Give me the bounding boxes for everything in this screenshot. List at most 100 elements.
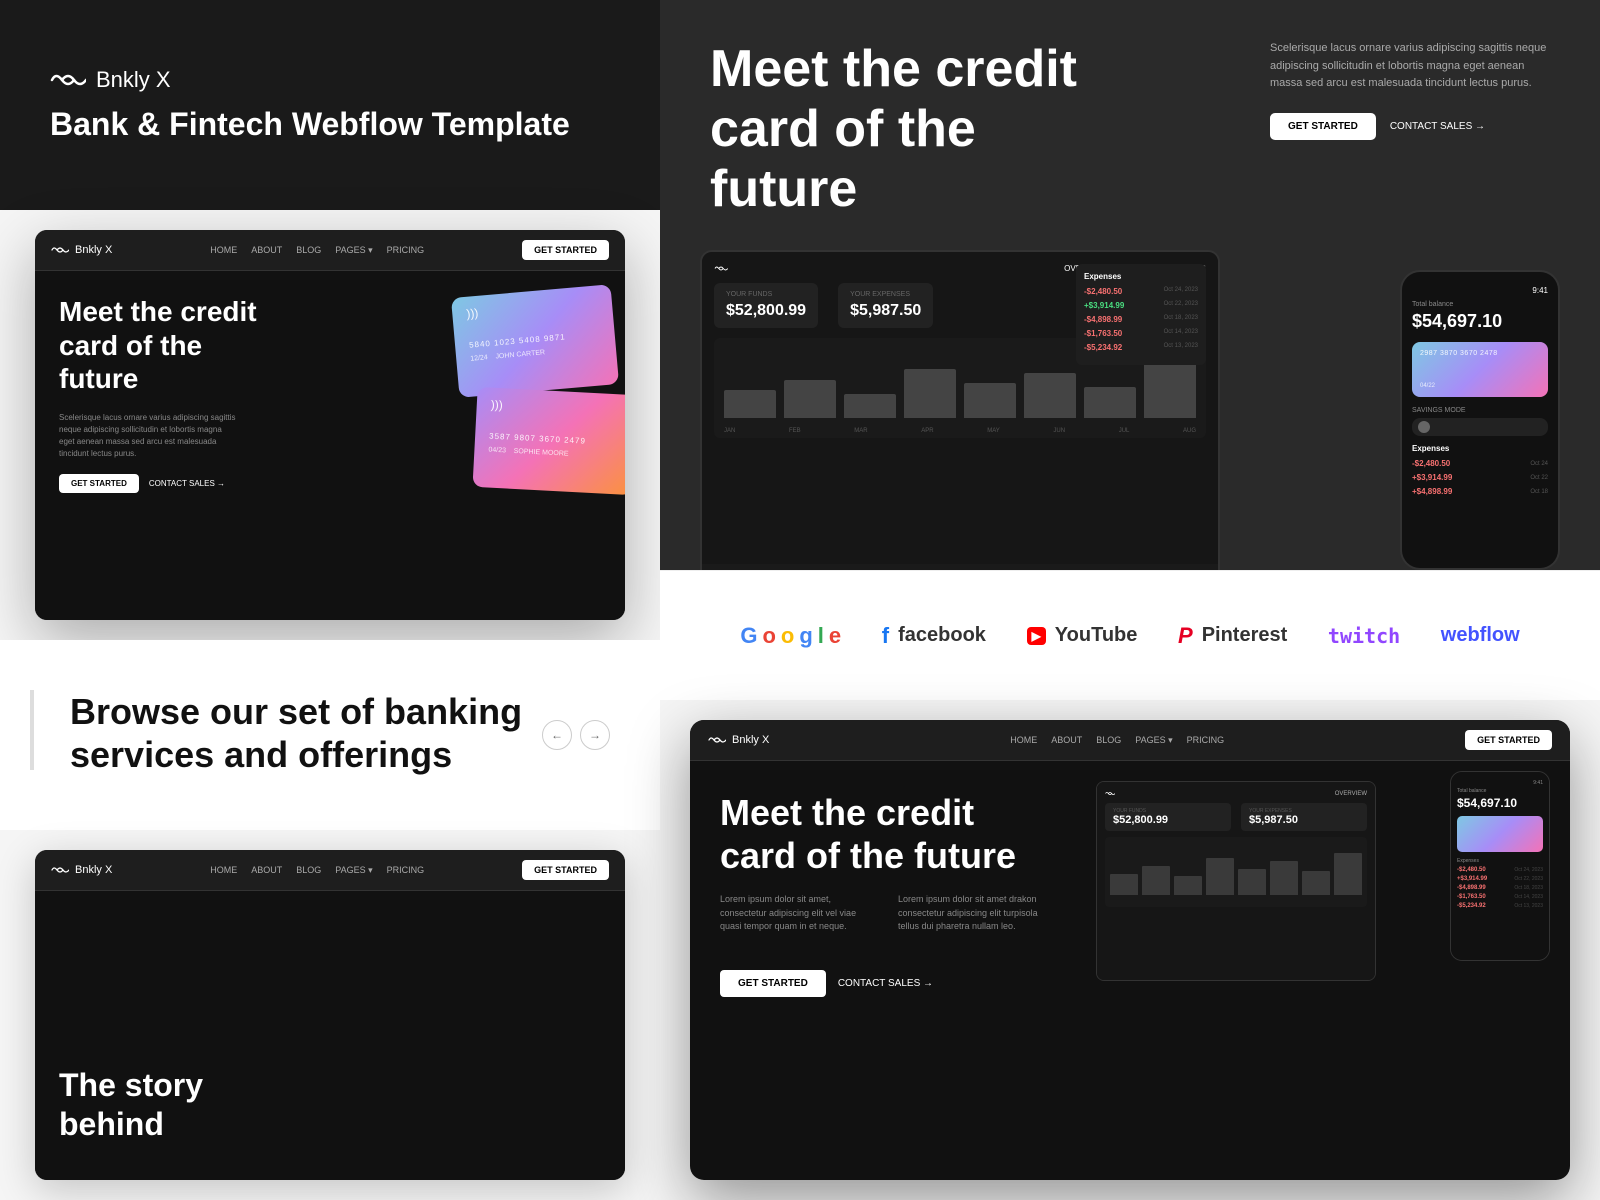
browser-nav-cta-2[interactable]: GET STARTED [522,860,609,880]
mini-exp-item-4: -$1,763.50 Oct 14, 2023 [1457,894,1543,900]
carousel-arrows: ← → [542,720,610,750]
bottom-right-panel: Bnkly X HOME ABOUT BLOG PAGES ▾ PRICING … [660,700,1600,1200]
bar-feb [784,380,836,419]
chart-labels: JAN FEB MAR APR MAY JUN JUL AUG [724,428,1196,434]
prev-arrow[interactable]: ← [542,720,572,750]
phone-expense-2: +$3,914.99 Oct 22 [1412,473,1548,482]
expense-item-5: -$5,234.92 Oct 13, 2023 [1084,343,1198,352]
bottom-browser-content: Meet the credit card of the future Lorem… [690,761,1570,1180]
expense-item-2: +$3,914.99 Oct 22, 2023 [1084,301,1198,310]
card-number-2: 3587 9807 3670 2479 [489,432,621,448]
bottom-desc-1: Lorem ipsum dolor sit amet, consectetur … [720,893,878,934]
cta-contact-sales[interactable]: CONTACT SALES → [1390,121,1485,132]
bottom-desc-2: Lorem ipsum dolor sit amet drakon consec… [898,893,1056,934]
funds-label: YOUR FUNDS [726,291,806,298]
phone-card-visual: 2987 3870 3670 2478 04/22 [1412,342,1548,397]
mini-exp-date-4: Oct 14, 2023 [1514,894,1543,900]
mini-exp-3: -$4,898.99 [1457,885,1486,891]
credit-card-1: ))) 5840 1023 5408 9871 12/24 JOHN CARTE… [451,284,619,398]
next-arrow[interactable]: → [580,720,610,750]
services-heading: Browse our set of banking services and o… [50,690,610,776]
hero-subtitle-1: Scelerisque lacus ornare varius adipisci… [59,412,239,460]
phone-time: 9:41 [1412,286,1548,295]
top-right-content: Meet the credit card of the future Scele… [660,0,1600,570]
bottom-cta-secondary[interactable]: CONTACT SALES → [838,978,933,989]
nav2-pricing: PRICING [387,865,425,876]
phone-exp-3: +$4,898.99 [1412,487,1452,496]
bottom-cta-primary[interactable]: GET STARTED [720,970,826,997]
card-date-1: 12/24 [470,354,488,363]
browser-logo-1: Bnkly X [51,244,112,256]
browser-logo-2: Bnkly X [51,864,112,876]
webflow-logo: webflow [1441,624,1520,647]
mini-overview-tab: OVERVIEW [1335,791,1367,797]
nav-logo-text: Bnkly X [75,244,112,256]
cta-get-started[interactable]: GET STARTED [1270,113,1376,140]
mini-exp-value: $5,987.50 [1249,814,1359,826]
mini-exp-date-2: Oct 22, 2023 [1514,876,1543,882]
services-text-area: Browse our set of banking services and o… [50,690,610,776]
bottom-hero-buttons: GET STARTED CONTACT SALES → [720,970,1056,997]
expense-item-4: -$1,763.50 Oct 14, 2023 [1084,329,1198,338]
label-feb: FEB [789,428,801,434]
savings-mode-label: SAVINGS MODE [1412,407,1548,414]
phone-frame: 9:41 Total balance $54,697.10 2987 3870 … [1400,270,1560,570]
bar-apr [904,369,956,418]
bnav-home: HOME [1010,735,1037,746]
label-jul: JUL [1119,428,1130,434]
phone-card-number: 2987 3870 3670 2478 [1420,350,1540,357]
expenses-value: $5,987.50 [850,302,921,320]
mini-stat-row: YOUR FUNDS $52,800.99 YOUR EXPENSES $5,9… [1105,803,1367,831]
mini-bar-7 [1302,871,1330,895]
exp-amount-5: -$5,234.92 [1084,343,1122,352]
story-headline: The story behind [59,1066,259,1143]
pinterest-text: Pinterest [1202,624,1288,647]
mini-exp-date-3: Oct 18, 2023 [1514,885,1543,891]
toggle-circle [1418,421,1430,433]
facebook-logo: f facebook [882,623,986,649]
bottom-browser-window: Bnkly X HOME ABOUT BLOG PAGES ▾ PRICING … [690,720,1570,1180]
chart-and-sidebar: JAN FEB MAR APR MAY JUN JUL AUG [714,338,1206,438]
phone-balance-label: Total balance [1412,301,1548,308]
pinterest-logo: P Pinterest [1178,623,1287,649]
mini-bar-8 [1334,853,1362,895]
funds-value: $52,800.99 [726,302,806,320]
mini-exp-1: -$2,480.50 [1457,867,1486,873]
credit-cards-container: ))) 5840 1023 5408 9871 12/24 JOHN CARTE… [415,291,625,571]
exp-date-1: Oct 24, 2023 [1164,287,1198,296]
bottom-nav-links: HOME ABOUT BLOG PAGES ▾ PRICING [1010,735,1224,746]
nav2-blog: BLOG [296,865,321,876]
bottom-browser-cta[interactable]: GET STARTED [1465,730,1552,750]
nav2-about: ABOUT [251,865,282,876]
phone-expenses-title: Expenses [1412,444,1548,453]
mini-exp-item-5: -$5,234.92 Oct 13, 2023 [1457,903,1543,909]
mini-exp-date-1: Oct 24, 2023 [1514,867,1543,873]
mini-exp-item-3: -$4,898.99 Oct 18, 2023 [1457,885,1543,891]
credit-card-2: ))) 3587 9807 3670 2479 04/23 SOPHIE MOO… [472,387,625,495]
nav-links-2: HOME ABOUT BLOG PAGES ▾ PRICING [210,865,424,876]
mini-dash-header: OVERVIEW [1105,790,1367,797]
hero-cta-primary-1[interactable]: GET STARTED [59,474,139,493]
hero-cta-secondary-1[interactable]: CONTACT SALES → [149,479,225,488]
top-right-panel: Meet the credit card of the future Scele… [660,0,1600,570]
label-jan: JAN [724,428,735,434]
bottom-nav-logo-text: Bnkly X [732,734,769,746]
exp-date-3: Oct 18, 2023 [1164,315,1198,324]
laptop-screen: OVERVIEW CARDS PAYMENTS YOUR FUNDS $52,8… [702,252,1218,564]
hero-headline-1: Meet the credit card of the future [59,295,259,396]
savings-toggle[interactable] [1412,418,1548,436]
browser-nav-1: Bnkly X HOME ABOUT BLOG PAGES ▾ PRICING … [35,230,625,271]
accent-bar [30,690,34,770]
nav-links-1: HOME ABOUT BLOG PAGES ▾ PRICING [210,245,424,256]
card-info-2: 04/23 SOPHIE MOORE [488,447,620,461]
bottom-browser-nav: Bnkly X HOME ABOUT BLOG PAGES ▾ PRICING … [690,720,1570,761]
exp-amount-2: +$3,914.99 [1084,301,1124,310]
mini-laptop-screen: OVERVIEW YOUR FUNDS $52,800.99 YOUR EXPE… [1097,782,1375,980]
mini-phone-time: 9:41 [1457,780,1543,786]
card-date-2: 04/23 [488,447,506,455]
phone-expense-1: -$2,480.50 Oct 24 [1412,459,1548,468]
mini-stat-funds: YOUR FUNDS $52,800.99 [1105,803,1231,831]
browser-nav-cta-1[interactable]: GET STARTED [522,240,609,260]
exp-date-4: Oct 14, 2023 [1164,329,1198,338]
phone-date-2: Oct 22 [1530,475,1548,481]
